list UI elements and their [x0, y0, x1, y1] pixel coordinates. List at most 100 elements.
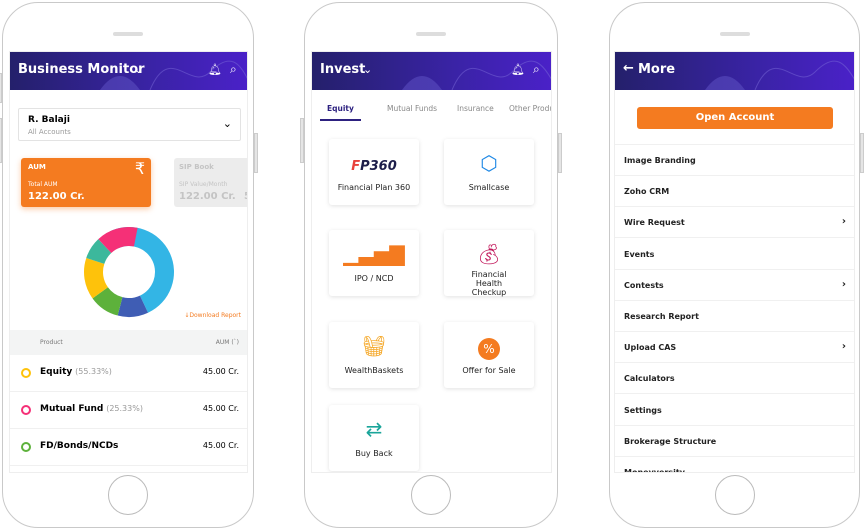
card-label: IPO / NCD	[354, 274, 394, 283]
card-label: Financial Health Checkup	[471, 270, 507, 297]
card-label: Buy Back	[355, 449, 393, 458]
app-header: Business Monitor ⌄ 🔔︎ ⌕	[10, 52, 247, 90]
menu-item-label: Settings	[624, 405, 662, 415]
client-selector[interactable]: R. Balaji All Accounts ⌄	[18, 108, 241, 141]
smallcase-icon: ⬡	[480, 151, 498, 175]
product-name: Equity	[40, 367, 73, 377]
product-percent: (55.33%)	[75, 367, 112, 376]
invest-card[interactable]: ⬡ Smallcase	[444, 139, 534, 205]
card-label: Financial Plan 360	[337, 183, 411, 192]
table-header: Product AUM (`)	[10, 330, 247, 355]
sip-title: SIP Book	[179, 163, 214, 171]
sip-value: 122.00 Cr.	[179, 191, 236, 202]
download-report-link[interactable]: ↓Download Report	[184, 312, 241, 319]
table-row[interactable]: Equity (55.33%) 45.00 Cr.	[10, 355, 247, 392]
rupee-icon: ₹	[134, 159, 145, 178]
sip-second-value: 5	[244, 191, 247, 202]
invest-card[interactable]: % Offer for Sale	[444, 322, 534, 388]
menu-item-label: Moneyversity	[624, 468, 685, 473]
legend-ring-icon	[21, 405, 31, 415]
back-arrow-icon[interactable]: ←	[623, 61, 634, 76]
card-label: WealthBaskets	[344, 366, 404, 375]
menu-item[interactable]: Calculators	[615, 363, 854, 395]
table-row[interactable]: Mutual Fund (25.33%) 45.00 Cr.	[10, 392, 247, 429]
product-cell: Mutual Fund (25.33%)	[40, 404, 143, 414]
aum-title: AUM	[28, 163, 46, 171]
side-button	[254, 133, 258, 173]
menu-item[interactable]: Events	[615, 239, 854, 270]
legend-ring-icon	[21, 442, 31, 452]
search-icon[interactable]: ⌕	[230, 62, 237, 77]
home-button[interactable]	[108, 475, 148, 515]
bar-chart-icon: ▁▃▅▇	[343, 242, 405, 266]
chevron-down-icon[interactable]: ⌄	[134, 63, 143, 76]
product-name: Mutual Fund	[40, 404, 104, 414]
menu-item-label: Wire Request	[624, 218, 685, 228]
fp360-logo: FP360	[351, 159, 397, 174]
menu-item[interactable]: Contests ›	[615, 270, 854, 301]
tab-insurance[interactable]: Insurance	[450, 104, 501, 119]
column-aum: AUM (`)	[215, 339, 239, 346]
menu-item[interactable]: Wire Request ›	[615, 207, 854, 239]
product-name: FD/Bonds/NCDs	[40, 441, 119, 451]
menu-item-label: Brokerage Structure	[624, 436, 717, 446]
menu-item[interactable]: Image Branding	[615, 145, 854, 176]
menu-item[interactable]: Upload CAS ›	[615, 332, 854, 364]
bell-icon[interactable]: 🔔︎	[511, 63, 525, 76]
menu-item[interactable]: Brokerage Structure	[615, 426, 854, 457]
phone-invest: Invest ⌄ 🔔︎ ⌕ Equity Mutual Funds Insuranc…	[300, 2, 562, 528]
side-button	[0, 118, 2, 163]
menu-item-label: Contests	[624, 280, 664, 290]
speaker	[416, 32, 446, 36]
search-icon[interactable]: ⌕	[533, 62, 540, 77]
page-title: Invest	[320, 62, 366, 77]
screen: ← More Open Account Image Branding Zoho C…	[614, 51, 855, 473]
money-bag-icon: 💰︎	[476, 242, 502, 266]
invest-card[interactable]: ⇄ Buy Back	[329, 405, 419, 471]
chevron-right-icon: ›	[841, 341, 846, 353]
aum-value: 122.00 Cr.	[28, 191, 85, 202]
home-button[interactable]	[411, 475, 451, 515]
invest-card[interactable]: ▁▃▅▇ IPO / NCD	[329, 230, 419, 296]
chevron-right-icon: ›	[841, 216, 846, 228]
side-button	[0, 73, 2, 103]
screen: Invest ⌄ 🔔︎ ⌕ Equity Mutual Funds Insuranc…	[311, 51, 552, 473]
menu-item-label: Zoho CRM	[624, 187, 670, 197]
aum-label: Total AUM	[28, 181, 58, 188]
card-label: Offer for Sale	[462, 366, 516, 375]
table-row[interactable]: FD/Bonds/NCDs 45.00 Cr.	[10, 429, 247, 466]
bell-icon[interactable]: 🔔︎	[208, 63, 222, 76]
menu-item[interactable]: Zoho CRM	[615, 176, 854, 208]
home-button[interactable]	[714, 475, 755, 515]
client-name: R. Balaji	[28, 115, 70, 125]
chevron-down-icon[interactable]: ⌄	[363, 63, 372, 76]
phone-business-monitor: Business Monitor ⌄ 🔔︎ ⌕ R. Balaji All Ac…	[0, 2, 258, 528]
download-report-label: Download Report	[189, 312, 241, 319]
open-account-button[interactable]: Open Account	[637, 107, 833, 129]
product-cell: FD/Bonds/NCDs	[40, 441, 118, 451]
screen: Business Monitor ⌄ 🔔︎ ⌕ R. Balaji All Ac…	[9, 51, 248, 473]
rupee-exchange-icon: ⇄	[365, 417, 383, 441]
basket-icon: 🧺︎	[361, 334, 387, 358]
invest-card[interactable]: 💰︎ Financial Health Checkup	[444, 230, 534, 297]
menu-item[interactable]: Settings	[615, 395, 854, 426]
app-header: Invest ⌄ 🔔︎ ⌕	[312, 52, 551, 90]
product-percent: (25.33%)	[106, 404, 143, 413]
tab-equity[interactable]: Equity	[320, 104, 361, 121]
invest-card[interactable]: FP360 Financial Plan 360	[329, 139, 419, 205]
aum-card[interactable]: AUM ₹ Total AUM 122.00 Cr.	[21, 158, 151, 207]
column-product: Product	[40, 339, 63, 346]
chevron-down-icon: ⌄	[222, 117, 232, 130]
invest-card[interactable]: 🧺︎ WealthBaskets	[329, 322, 419, 388]
sip-label: SIP Value/Month	[179, 181, 228, 188]
product-cell: Equity (55.33%)	[40, 367, 112, 377]
side-button	[300, 118, 304, 163]
legend-ring-icon	[21, 368, 31, 378]
menu-item-label: Upload CAS	[624, 343, 677, 353]
menu-item-label: Calculators	[624, 374, 675, 384]
tab-other-product[interactable]: Other Product	[502, 104, 551, 119]
sip-book-card[interactable]: SIP Book SIP Value/Month 122.00 Cr. 5	[174, 158, 247, 207]
menu-item[interactable]: Moneyversity	[615, 457, 854, 473]
tab-mutual-funds[interactable]: Mutual Funds	[380, 104, 444, 119]
menu-item[interactable]: Research Report	[615, 301, 854, 332]
